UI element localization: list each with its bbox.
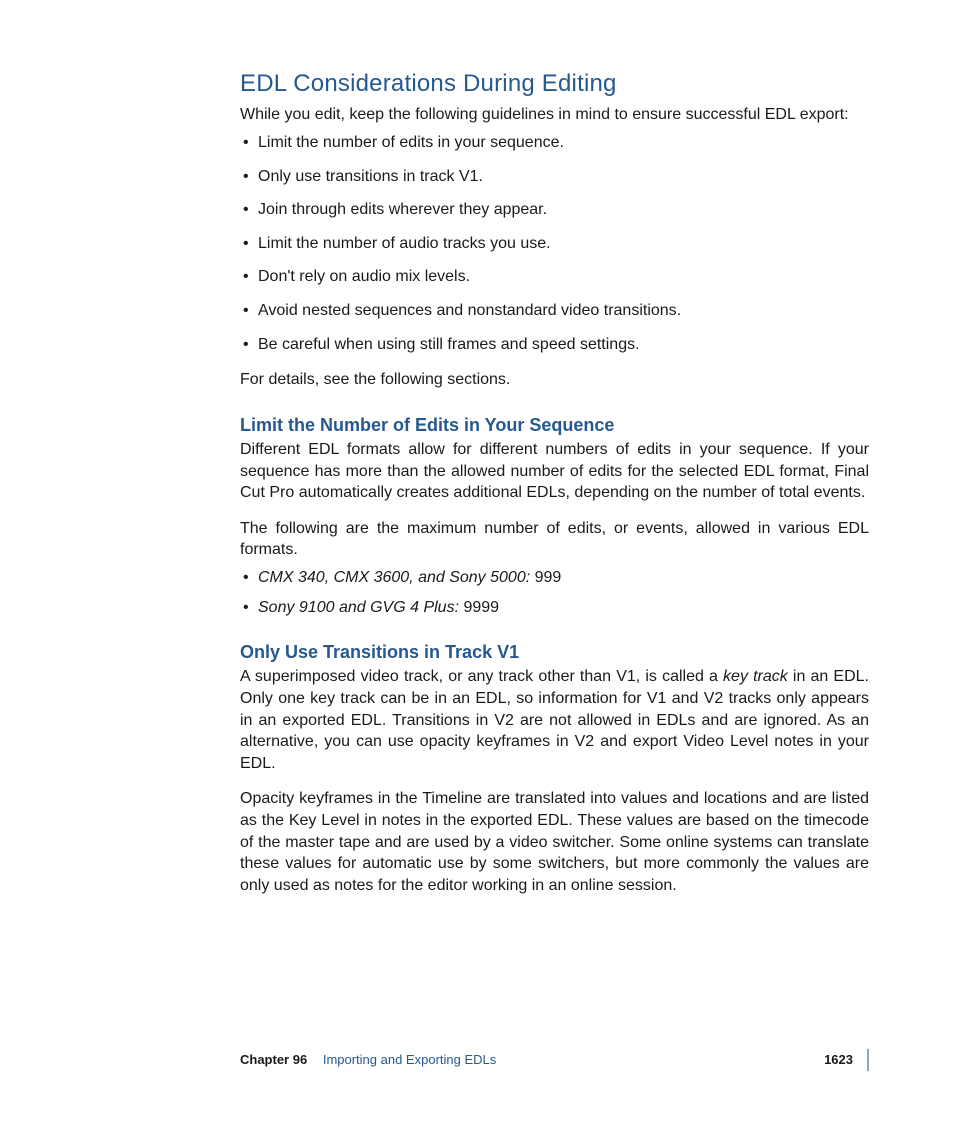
body-paragraph: For details, see the following sections. xyxy=(240,369,869,391)
list-item: Sony 9100 and GVG 4 Plus: 9999 xyxy=(240,597,869,619)
body-paragraph: Opacity keyframes in the Timeline are tr… xyxy=(240,788,869,896)
body-paragraph: The following are the maximum number of … xyxy=(240,518,869,561)
intro-paragraph: While you edit, keep the following guide… xyxy=(240,104,869,126)
list-item: Only use transitions in track V1. xyxy=(240,166,869,188)
format-name: CMX 340, CMX 3600, and Sony 5000: xyxy=(258,569,530,586)
body-paragraph: Different EDL formats allow for differen… xyxy=(240,439,869,504)
document-page: EDL Considerations During Editing While … xyxy=(0,0,954,896)
list-item: Limit the number of edits in your sequen… xyxy=(240,132,869,154)
emphasis: key track xyxy=(723,668,788,685)
section-heading: Limit the Number of Edits in Your Sequen… xyxy=(240,413,869,437)
format-list: CMX 340, CMX 3600, and Sony 5000: 999 So… xyxy=(240,567,869,618)
format-name: Sony 9100 and GVG 4 Plus: xyxy=(258,599,459,616)
list-item: Limit the number of audio tracks you use… xyxy=(240,233,869,255)
list-item: Join through edits wherever they appear. xyxy=(240,199,869,221)
guideline-list: Limit the number of edits in your sequen… xyxy=(240,132,869,355)
format-value: 9999 xyxy=(459,599,499,616)
footer-left: Chapter 96 Importing and Exporting EDLs xyxy=(240,1051,496,1069)
chapter-label: Chapter 96 xyxy=(240,1052,307,1067)
list-item: CMX 340, CMX 3600, and Sony 5000: 999 xyxy=(240,567,869,589)
section-heading: Only Use Transitions in Track V1 xyxy=(240,640,869,664)
page-footer: Chapter 96 Importing and Exporting EDLs … xyxy=(240,1049,869,1071)
chapter-title: Importing and Exporting EDLs xyxy=(323,1052,496,1067)
list-item: Be careful when using still frames and s… xyxy=(240,334,869,356)
list-item: Avoid nested sequences and nonstandard v… xyxy=(240,300,869,322)
body-paragraph: A superimposed video track, or any track… xyxy=(240,666,869,774)
format-value: 999 xyxy=(530,569,561,586)
page-number: 1623 xyxy=(824,1051,853,1069)
list-item: Don't rely on audio mix levels. xyxy=(240,266,869,288)
page-heading: EDL Considerations During Editing xyxy=(240,68,869,100)
